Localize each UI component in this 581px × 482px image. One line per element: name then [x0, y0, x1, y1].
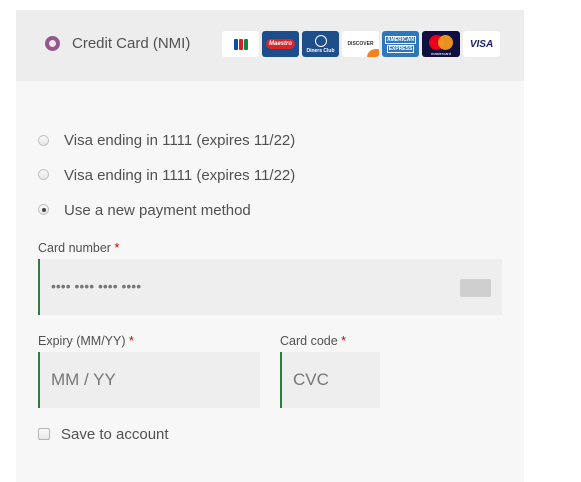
card-number-input[interactable]: •••• •••• •••• •••• [38, 259, 502, 315]
saved-method-radio-1[interactable] [38, 135, 49, 146]
required-marker: * [114, 241, 120, 255]
expiry-placeholder: MM / YY [51, 370, 116, 389]
expiry-input[interactable]: MM / YY [38, 352, 260, 408]
payment-method-header[interactable]: Credit Card (NMI) Maestro Diners Club DI… [16, 10, 524, 81]
jcb-icon [222, 31, 259, 57]
diners-club-icon: Diners Club [302, 31, 339, 57]
required-marker: * [128, 334, 134, 348]
save-to-account-checkbox[interactable] [38, 428, 50, 440]
card-code-label: Card code * [280, 334, 347, 348]
saved-method-radio-2[interactable] [38, 169, 49, 180]
maestro-icon: Maestro [262, 31, 299, 57]
saved-method-label-1[interactable]: Visa ending in 1111 (expires 11/22) [64, 132, 295, 149]
payment-method-radio[interactable] [45, 36, 60, 51]
discover-icon: DISCOVER [342, 31, 379, 57]
card-number-label: Card number * [38, 241, 120, 255]
new-payment-method-radio[interactable] [38, 204, 49, 215]
required-marker: * [341, 334, 347, 348]
card-number-value: •••• •••• •••• •••• [51, 278, 142, 294]
card-logos: Maestro Diners Club DISCOVER AMERICAN EX… [222, 31, 500, 57]
save-to-account-label[interactable]: Save to account [61, 426, 169, 443]
payment-panel: Credit Card (NMI) Maestro Diners Club DI… [16, 10, 524, 482]
mastercard-icon: mastercard [422, 31, 460, 57]
saved-method-label-2[interactable]: Visa ending in 1111 (expires 11/22) [64, 167, 295, 184]
card-code-input[interactable]: CVC [280, 352, 380, 408]
card-code-placeholder: CVC [293, 370, 329, 389]
new-payment-method-label[interactable]: Use a new payment method [64, 202, 251, 219]
american-express-icon: AMERICAN EXPRESS [382, 31, 419, 57]
payment-method-label: Credit Card (NMI) [72, 35, 191, 52]
card-type-icon [460, 279, 491, 297]
visa-icon: VISA [463, 31, 500, 57]
expiry-label: Expiry (MM/YY) * [38, 334, 134, 348]
